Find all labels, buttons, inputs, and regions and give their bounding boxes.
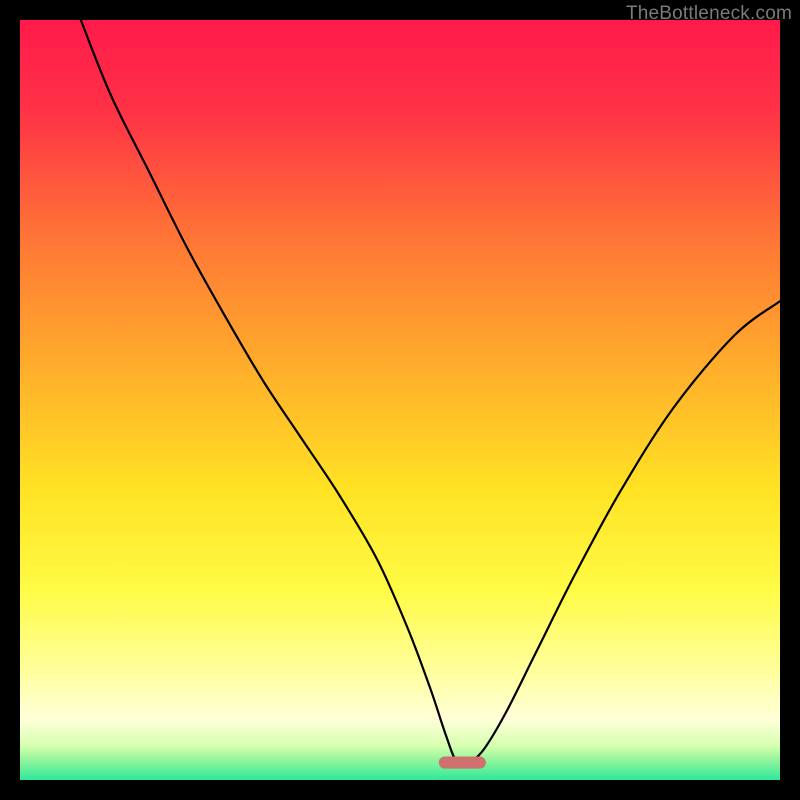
chart-frame: TheBottleneck.com <box>0 0 800 800</box>
curve-layer <box>20 20 780 780</box>
bottleneck-curve <box>81 20 780 765</box>
plot-area <box>20 20 780 780</box>
bottleneck-marker <box>439 756 486 768</box>
attribution-text: TheBottleneck.com <box>626 3 792 25</box>
